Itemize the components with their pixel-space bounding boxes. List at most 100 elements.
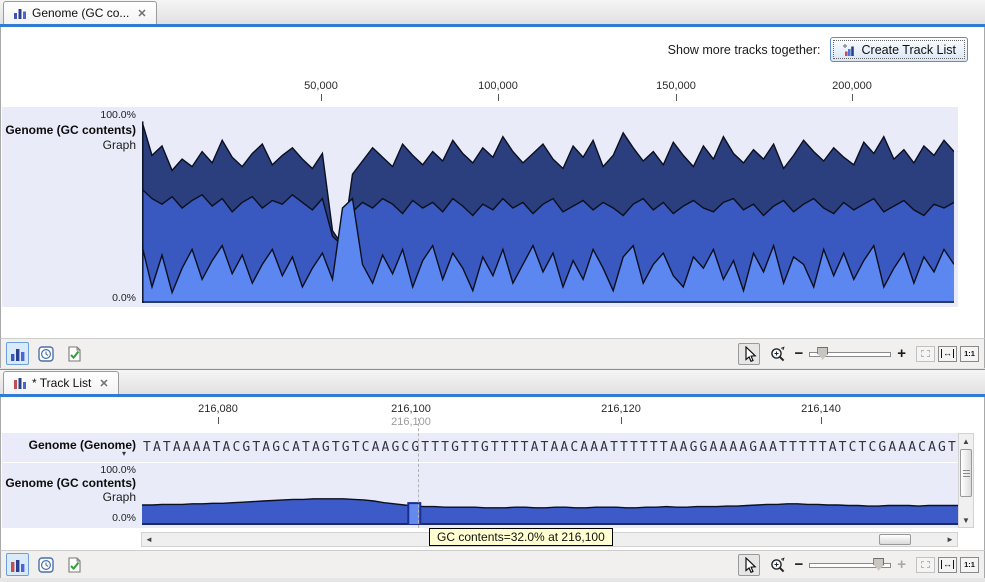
history-view-button[interactable] [34, 553, 57, 576]
gc-detail-chart[interactable] [142, 467, 959, 525]
close-icon[interactable]: ✕ [99, 377, 108, 390]
zoom-out-button[interactable]: − [794, 346, 803, 361]
pan-select-tool-button[interactable] [738, 553, 761, 576]
sequence-base: A [182, 440, 191, 455]
top-tabbar: Genome (GC co... ✕ [0, 0, 985, 24]
scroll-down-icon[interactable]: ▼ [959, 513, 973, 527]
zoom-tool-button[interactable] [766, 554, 788, 576]
close-icon[interactable]: ✕ [137, 7, 146, 20]
history-view-button[interactable] [34, 342, 57, 365]
sequence-base: T [461, 440, 469, 455]
zoom-slider[interactable] [809, 346, 892, 361]
history-icon [37, 556, 54, 573]
tab-track-list[interactable]: * Track List ✕ [3, 371, 119, 394]
sequence-base: C [232, 440, 241, 455]
vertical-scrollbar[interactable]: ▲ ▼ [958, 433, 974, 528]
fit-width-button[interactable]: ↔ [938, 345, 957, 362]
fit-width-button[interactable]: ↔ [938, 556, 957, 573]
cursor-arrow-icon [745, 345, 758, 362]
track-list-view-button[interactable] [6, 553, 29, 576]
sequence-base: G [391, 440, 400, 455]
magnifier-plus-icon [771, 346, 785, 362]
bar-chart-icon [14, 9, 26, 19]
zoom-controls: − + ↔ 1:1 [738, 342, 979, 365]
sequence-base: C [848, 440, 857, 455]
zoom-in-button[interactable]: + [897, 557, 906, 572]
gc-contents-track: 100.0% Genome (GC contents) Graph 0.0% [2, 107, 958, 307]
ruler-tick-label: 216,140 [801, 403, 841, 415]
create-track-list-button[interactable]: Create Track List [829, 37, 968, 62]
sequence-base: T [779, 440, 787, 455]
track-dropdown-icon[interactable]: ▾ [122, 449, 126, 458]
fit-width-icon: ↔ [941, 348, 954, 358]
ruler-tick-mark [498, 94, 499, 101]
track-list-plus-icon [842, 43, 854, 56]
sequence-base: A [898, 440, 907, 455]
dna-sequence[interactable]: TATAAAATACGTAGCATAGTGTCAAGCGTTTGTTGTTTTA… [142, 433, 958, 462]
sequence-base: C [282, 440, 290, 455]
element-info-button[interactable] [62, 342, 85, 365]
zoom-controls: − + ↔ 1:1 [738, 553, 979, 576]
zoom-slider-handle[interactable] [817, 346, 829, 360]
graph-view-button[interactable] [6, 342, 29, 365]
genome-ruler: 50,000 100,000 150,000 200,000 [1, 80, 984, 107]
ruler-tick-label: 50,000 [304, 80, 338, 92]
sequence-base: A [590, 440, 599, 455]
sequence-base: T [858, 440, 867, 455]
sequence-base: T [838, 440, 847, 455]
create-track-row: Show more tracks together: Create Track … [668, 37, 968, 62]
horizontal-scrollbar-thumb[interactable] [879, 534, 911, 545]
genome-gc-view-panel: Genome (GC co... ✕ Show more tracks toge… [0, 0, 985, 371]
zoom-in-button[interactable]: + [897, 346, 906, 361]
zoom-out-button[interactable]: − [794, 557, 803, 572]
scroll-right-icon[interactable]: ► [943, 533, 957, 546]
sequence-base: T [610, 440, 618, 455]
sequence-track: Genome (Genome) ▾ TATAAAATACGTAGCATAGTGT… [2, 433, 958, 462]
gc-contents-track: 100.0% Genome (GC contents) Graph 0.0% [2, 463, 959, 528]
cursor-dashed-line [418, 418, 419, 528]
track-list-panel: * Track List ✕ 216,100 216,080 216,100 216… [0, 369, 985, 582]
y-min-label: 0.0% [112, 292, 136, 304]
zoom-100-button[interactable]: 1:1 [960, 556, 979, 573]
sequence-base: T [788, 440, 797, 455]
track-name: Genome (Genome) [28, 438, 136, 452]
sequence-base: T [500, 440, 509, 455]
track-list-view-icon [10, 559, 24, 572]
sequence-base: A [759, 440, 767, 455]
sequence-base: C [918, 440, 926, 455]
scroll-left-icon[interactable]: ◄ [142, 533, 156, 546]
sequence-base: A [371, 440, 380, 455]
zoom-100-button[interactable]: 1:1 [960, 345, 979, 362]
sequence-base: T [620, 440, 628, 455]
tab-genome-gc[interactable]: Genome (GC co... ✕ [3, 1, 157, 24]
pan-select-tool-button[interactable] [738, 342, 761, 365]
sequence-base: T [818, 440, 827, 455]
gc-overview-chart[interactable] [142, 113, 954, 303]
sequence-base: T [421, 440, 430, 455]
sequence-base: A [530, 440, 539, 455]
element-info-button[interactable] [62, 553, 85, 576]
vertical-scrollbar-thumb[interactable] [960, 449, 972, 497]
zoom-to-selection-button[interactable] [916, 345, 935, 362]
sequence-base: T [351, 440, 360, 455]
zoom-to-selection-button[interactable] [916, 556, 935, 573]
sequence-base: T [808, 440, 817, 455]
graph-view-icon [10, 348, 24, 361]
sequence-base: T [540, 440, 549, 455]
ruler-tick-label: 200,000 [832, 80, 872, 92]
ruler-tick-label: 100,000 [478, 80, 518, 92]
ruler-tick-mark [821, 417, 822, 424]
track-name: Genome (GC contents) [5, 476, 136, 490]
sequence-base: T [252, 440, 261, 455]
sequence-base: T [431, 440, 440, 455]
scroll-up-icon[interactable]: ▲ [959, 434, 973, 448]
sequence-base: A [172, 440, 181, 455]
sequence-base: G [480, 440, 489, 455]
zoom-slider[interactable] [809, 557, 892, 572]
zoom-slider-handle[interactable] [873, 557, 885, 571]
sequence-base: G [749, 440, 758, 455]
zoom-tool-button[interactable] [766, 343, 788, 365]
tab-label: * Track List [32, 376, 92, 390]
view-mode-buttons [6, 342, 85, 365]
sequence-base: T [162, 440, 171, 455]
